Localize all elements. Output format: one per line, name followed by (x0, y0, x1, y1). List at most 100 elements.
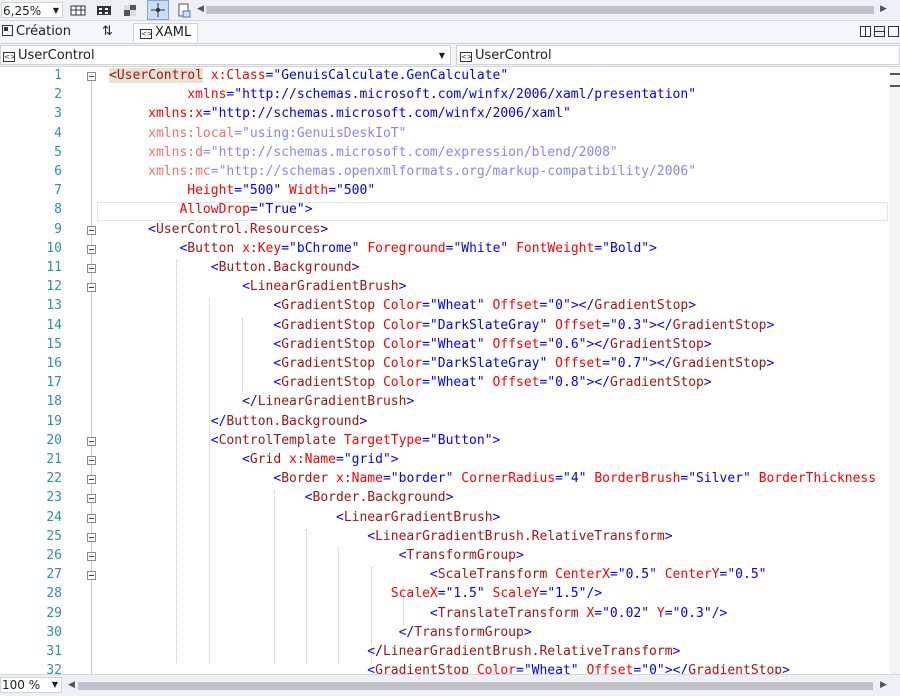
code-token: LinearGradientBrush (343, 509, 493, 525)
editor-zoom-dropdown[interactable]: 100 % ▼ (0, 677, 62, 693)
collapse-icon[interactable] (87, 436, 96, 446)
code-token: Y (656, 605, 665, 621)
code-token: UserControl.Resources (155, 221, 321, 237)
code-token: </ (242, 394, 258, 410)
code-token: "0.8" (547, 375, 587, 391)
code-token: "True" (257, 202, 305, 218)
code-token: Border (281, 471, 329, 487)
tab-creation[interactable]: Création (2, 23, 71, 41)
line-number: 16 (46, 356, 62, 371)
code-token: < (429, 567, 438, 583)
code-token: xmlns:mc (148, 164, 211, 179)
collapse-icon[interactable] (87, 72, 96, 81)
code-token: "0.02" (602, 605, 650, 621)
device-preview-icon[interactable] (176, 2, 192, 18)
code-token: ="http://schemas.microsoft.com/expressio… (202, 144, 618, 160)
line-number: 31 (46, 644, 62, 659)
code-line: xmlns:local="using:GenuisDeskIoT" (109, 126, 406, 141)
line-number: 7 (54, 183, 62, 199)
collapse-icon[interactable] (87, 552, 96, 561)
vertical-split-icon[interactable] (860, 26, 871, 37)
outline-guide (91, 78, 92, 674)
code-token: = (422, 356, 430, 371)
collapse-icon[interactable] (87, 513, 96, 523)
editor-vertical-scrollbar[interactable] (890, 67, 900, 674)
code-token: Offset (492, 375, 540, 391)
code-line: <TransformGroup> (109, 548, 524, 563)
line-number: 21 (46, 452, 62, 467)
collapse-icon[interactable] (87, 264, 96, 273)
code-token: "Wheat" (523, 663, 579, 674)
collapse-icon[interactable] (87, 475, 96, 485)
scroll-right-icon[interactable]: ▶ (880, 680, 887, 690)
code-token: "Silver" (688, 471, 751, 487)
snap-grid-icon[interactable] (96, 2, 112, 18)
scroll-left-icon[interactable]: ◀ (68, 680, 75, 690)
code-token: = (281, 240, 290, 256)
code-line: <LinearGradientBrush.RelativeTransform> (109, 529, 672, 544)
code-token: > (398, 279, 407, 295)
artboard-background-icon[interactable] (122, 2, 138, 18)
line-number: 29 (46, 605, 62, 621)
snap-to-lines-icon[interactable] (147, 0, 169, 20)
line-number: 25 (46, 528, 62, 544)
code-token: < (335, 509, 344, 525)
code-token: FontWeight (516, 240, 595, 256)
code-token: "1.5" (547, 586, 587, 602)
code-token: AllowDrop (179, 202, 250, 218)
code-token: CenterY (664, 567, 720, 583)
code-token: = (602, 317, 610, 333)
code-token: "0.6" (547, 336, 587, 352)
collapse-icon[interactable] (87, 532, 96, 542)
scroll-left-icon[interactable]: ◀ (197, 4, 204, 14)
code-token: "0.7" (609, 356, 650, 371)
code-token: GradientStop (281, 336, 376, 352)
code-line: <LinearGradientBrush> (109, 510, 500, 525)
collapse-icon[interactable] (87, 225, 96, 235)
code-token: = (594, 240, 603, 256)
member-dropdown[interactable]: <> UserControl (456, 45, 900, 65)
zoom-dropdown[interactable]: 6,25% ▼ (1, 2, 63, 18)
scroll-right-icon[interactable]: ▶ (880, 4, 887, 14)
collapse-icon[interactable] (87, 494, 96, 504)
code-token: ></ (649, 356, 673, 371)
collapse-icon[interactable] (87, 283, 96, 293)
collapse-icon[interactable] (87, 571, 96, 581)
code-token: "500" (242, 183, 282, 199)
code-token: LinearGradientBrush.RelativeTransform (382, 644, 673, 659)
code-line: <GradientStop Color="DarkSlateGray" Offs… (109, 356, 774, 371)
code-token: > (766, 356, 775, 371)
editor-horizontal-scrollbar[interactable] (78, 682, 873, 690)
code-token: Color (382, 317, 423, 333)
code-line: </TransformGroup> (109, 625, 532, 640)
design-horizontal-scrollbar[interactable] (206, 6, 874, 14)
collapse-icon[interactable] (87, 244, 96, 254)
collapse-icon[interactable] (87, 456, 96, 465)
line-number: 4 (54, 125, 62, 141)
code-token: GradientStop (281, 375, 376, 391)
type-dropdown[interactable]: <> UserControl ▼ (0, 45, 451, 65)
code-token: TargetType (343, 432, 423, 448)
xaml-code-editor[interactable]: 1 <UserControl x:Class="GenuisCalculate.G… (0, 67, 890, 674)
designer-toolbar: 6,25% ▼ ◀ ▶ (0, 0, 900, 21)
collapse-pane-icon[interactable] (888, 26, 899, 37)
tab-xaml[interactable]: <> XAML (133, 23, 199, 42)
code-token: Width (289, 183, 329, 199)
code-token: = (594, 605, 603, 621)
grid-icon[interactable] (70, 2, 86, 18)
swap-panes-icon[interactable]: ⇅ (102, 23, 113, 41)
horizontal-split-icon[interactable] (874, 26, 885, 37)
chevron-down-icon: ▼ (52, 6, 59, 15)
code-token: LinearGradientBrush (257, 394, 407, 410)
line-number: 19 (46, 413, 62, 429)
code-line: xmlns="http://schemas.microsoft.com/winf… (109, 87, 696, 102)
